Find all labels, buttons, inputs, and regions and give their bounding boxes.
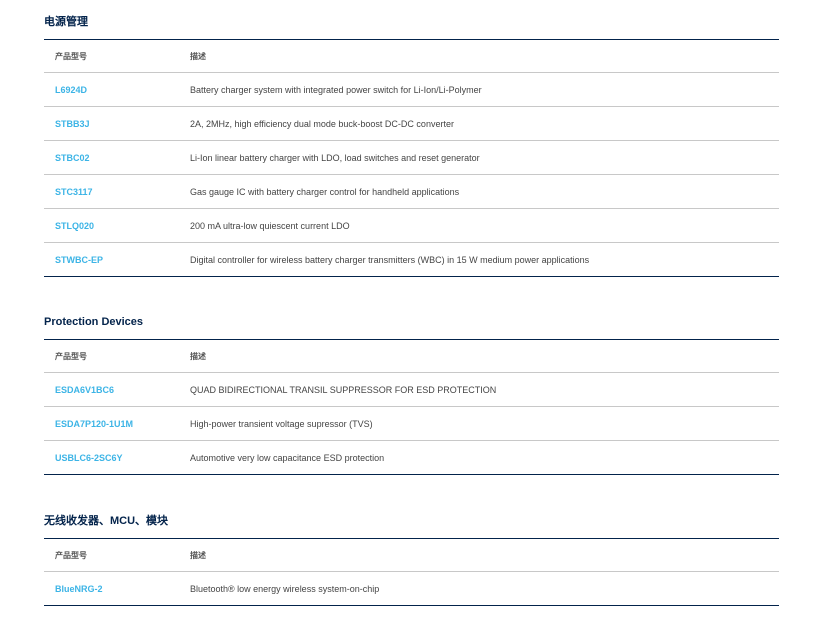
table-row: STWBC-EP Digital controller for wireless… xyxy=(44,242,779,277)
part-number-link[interactable]: STBB3J xyxy=(55,119,90,129)
product-description: QUAD BIDIRECTIONAL TRANSIL SUPPRESSOR FO… xyxy=(190,384,497,395)
section-wireless-mcu-modules: 无线收发器、MCU、模块 产品型号 描述 BlueNRG-2 Bluetooth… xyxy=(44,514,779,606)
table-row: ESDA6V1BC6 QUAD BIDIRECTIONAL TRANSIL SU… xyxy=(44,372,779,407)
table-header-row: 产品型号 描述 xyxy=(44,538,779,572)
part-number-link[interactable]: STC3117 xyxy=(55,187,93,197)
column-header-description: 描述 xyxy=(190,351,206,361)
table-row: STBC02 Li-Ion linear battery charger wit… xyxy=(44,140,779,175)
product-description: Li-Ion linear battery charger with LDO, … xyxy=(190,152,480,163)
part-number-link[interactable]: L6924D xyxy=(55,85,87,95)
section-title: 电源管理 xyxy=(44,16,88,28)
table-header-row: 产品型号 描述 xyxy=(44,339,779,373)
product-description: Automotive very low capacitance ESD prot… xyxy=(190,452,385,463)
product-description: Digital controller for wireless battery … xyxy=(190,254,590,265)
product-description: 2A, 2MHz, high efficiency dual mode buck… xyxy=(190,118,454,129)
column-header-part-number: 产品型号 xyxy=(55,550,87,560)
table-row: L6924D Battery charger system with integ… xyxy=(44,72,779,107)
column-header-description: 描述 xyxy=(190,51,206,61)
column-header-part-number: 产品型号 xyxy=(55,351,87,361)
product-description: Bluetooth® low energy wireless system-on… xyxy=(190,583,380,594)
product-table: 产品型号 描述 L6924D Battery charger system wi… xyxy=(44,39,779,277)
product-description: Battery charger system with integrated p… xyxy=(190,84,482,95)
part-number-link[interactable]: ESDA7P120-1U1M xyxy=(55,419,133,429)
part-number-link[interactable]: STWBC-EP xyxy=(55,255,103,265)
part-number-link[interactable]: USBLC6-2SC6Y xyxy=(55,453,123,463)
table-row: STBB3J 2A, 2MHz, high efficiency dual mo… xyxy=(44,106,779,141)
section-title: 无线收发器、MCU、模块 xyxy=(44,515,169,527)
product-description: 200 mA ultra-low quiescent current LDO xyxy=(190,220,350,231)
section-power-management: 电源管理 产品型号 描述 L6924D Battery charger syst… xyxy=(44,15,779,277)
product-table: 产品型号 描述 ESDA6V1BC6 QUAD BIDIRECTIONAL TR… xyxy=(44,339,779,475)
table-row: BlueNRG-2 Bluetooth® low energy wireless… xyxy=(44,571,779,606)
table-row: USBLC6-2SC6Y Automotive very low capacit… xyxy=(44,440,779,475)
column-header-part-number: 产品型号 xyxy=(55,51,87,61)
part-number-link[interactable]: STLQ020 xyxy=(55,221,94,231)
column-header-description: 描述 xyxy=(190,550,206,560)
part-number-link[interactable]: BlueNRG-2 xyxy=(55,584,103,594)
table-header-row: 产品型号 描述 xyxy=(44,39,779,73)
table-row: ESDA7P120-1U1M High-power transient volt… xyxy=(44,406,779,441)
table-row: STLQ020 200 mA ultra-low quiescent curre… xyxy=(44,208,779,243)
product-description: High-power transient voltage supressor (… xyxy=(190,418,373,429)
part-number-link[interactable]: ESDA6V1BC6 xyxy=(55,385,114,395)
part-number-link[interactable]: STBC02 xyxy=(55,153,90,163)
product-table: 产品型号 描述 BlueNRG-2 Bluetooth® low energy … xyxy=(44,538,779,606)
section-protection-devices: Protection Devices 产品型号 描述 ESDA6V1BC6 QU… xyxy=(44,315,779,475)
section-title: Protection Devices xyxy=(44,316,144,328)
table-row: STC3117 Gas gauge IC with battery charge… xyxy=(44,174,779,209)
product-description: Gas gauge IC with battery charger contro… xyxy=(190,186,460,197)
